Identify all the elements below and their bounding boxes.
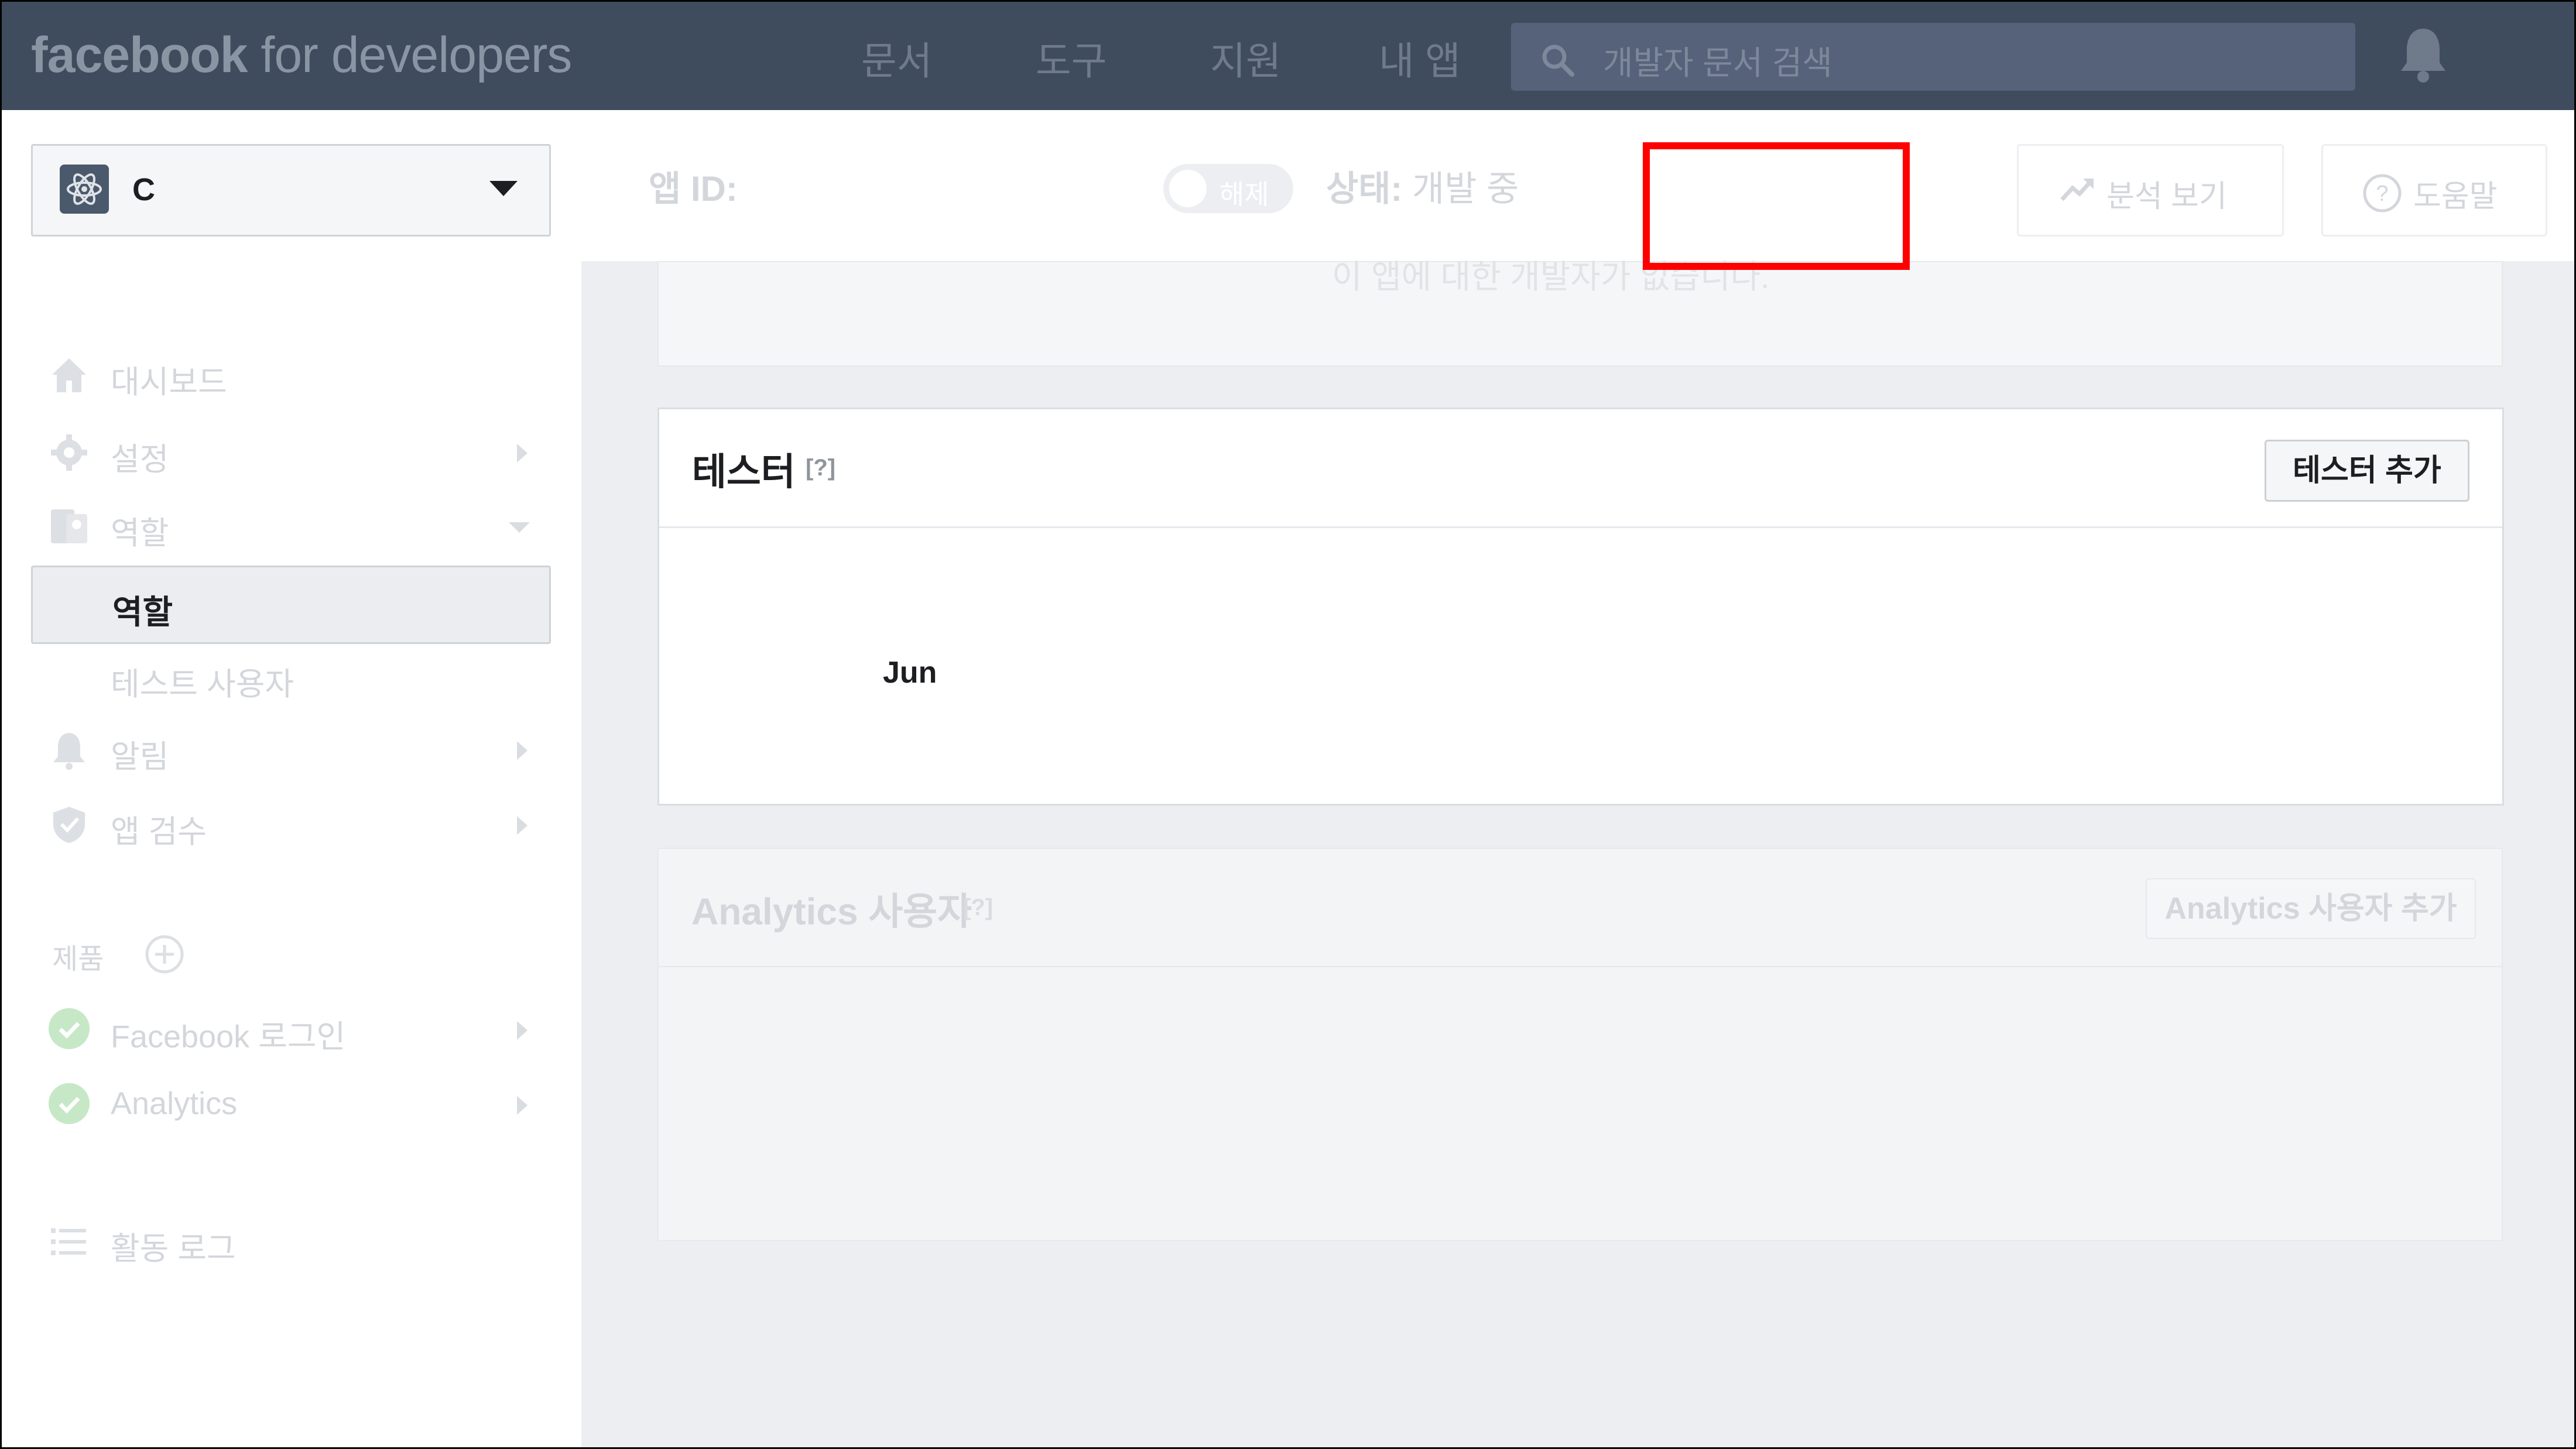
nav-docs[interactable]: 문서 [861, 30, 932, 86]
sidebar-item-label: Analytics [111, 1086, 238, 1121]
analytics-users-help-link[interactable]: [?] [963, 895, 993, 921]
highlight-box [1643, 142, 1910, 270]
screenshot-frame: facebook for developers 문서 도구 지원 내 앱 개발자… [0, 0, 2576, 1449]
developers-card-partial: 이 앱에 대한 개발자가 없습니다. [657, 258, 2503, 366]
chevron-down-icon [489, 181, 518, 196]
shield-icon [53, 807, 85, 843]
help-label: 도움말 [2413, 180, 2498, 214]
add-product-icon[interactable] [143, 933, 186, 975]
chevron-down-icon [509, 522, 530, 533]
testers-title: 테스터 [692, 451, 796, 493]
search-icon [1542, 44, 1574, 77]
search-input[interactable]: 개발자 문서 검색 [1511, 23, 2355, 91]
bell-icon [53, 733, 85, 770]
sidebar-subitem-label: 역할 [112, 594, 173, 631]
sidebar-products-header: 제품 [52, 929, 544, 981]
top-navigation-bar: facebook for developers 문서 도구 지원 내 앱 개발자… [2, 2, 2574, 110]
sidebar-item-facebook-login[interactable]: Facebook 로그인 [49, 1003, 540, 1056]
sidebar-item-label: 활동 로그 [111, 1231, 236, 1266]
nav-tools[interactable]: 도구 [1036, 30, 1107, 86]
app-id-label: 앱 ID: [649, 169, 738, 208]
sidebar-item-label: Facebook 로그인 [111, 1019, 346, 1054]
list-icon [51, 1228, 86, 1255]
sidebar-subitem-test-users[interactable]: 테스트 사용자 [111, 651, 520, 704]
logo-rest-text: for developers [247, 27, 572, 83]
status-value: 개발 중 [1402, 169, 1519, 208]
status-label: 상태: [1326, 169, 1403, 208]
chevron-right-icon [517, 444, 527, 463]
chevron-right-icon [517, 1021, 527, 1040]
app-icon [60, 165, 109, 214]
sidebar-item-label: 설정 [111, 442, 169, 477]
sidebar-item-label: 역할 [111, 516, 169, 551]
gear-icon [51, 434, 87, 471]
svg-text:?: ? [2376, 181, 2388, 206]
app-header-bar: C 앱 ID: 해제 상태: 개발 중 분석 보기 ? 도움말 [2, 110, 2574, 262]
main-content: 이 앱에 대한 개발자가 없습니다. 테스터 [?] 테스터 추가 Jun An… [581, 258, 2574, 1447]
sidebar-item-label: 대시보드 [111, 365, 227, 400]
chevron-right-icon [517, 816, 527, 835]
sidebar-item-label: 앱 검수 [111, 814, 207, 849]
app-selector-dropdown[interactable]: C [31, 144, 551, 237]
analytics-users-card-header: Analytics 사용자 [?] Analytics 사용자 추가 [659, 849, 2502, 967]
nav-support[interactable]: 지원 [1210, 30, 1281, 86]
app-status: 상태: 개발 중 [1326, 160, 1519, 211]
add-tester-button[interactable]: 테스터 추가 [2265, 440, 2469, 502]
chevron-right-icon [517, 741, 527, 760]
help-button[interactable]: ? 도움말 [2321, 144, 2547, 237]
live-mode-toggle[interactable]: 해제 [1163, 164, 1293, 213]
analytics-users-card: Analytics 사용자 [?] Analytics 사용자 추가 [657, 848, 2503, 1241]
sidebar-item-dashboard[interactable]: 대시보드 [49, 349, 540, 402]
left-sidebar: 대시보드 설정 역할 역할 테스트 사용자 알림 앱 검수 제품 Faceboo… [2, 261, 581, 1447]
sidebar-item-alerts[interactable]: 알림 [49, 724, 540, 776]
tester-user-name[interactable]: Jun [883, 655, 937, 690]
sidebar-subitem-roles[interactable]: 역할 [31, 566, 551, 644]
testers-card: 테스터 [?] 테스터 추가 Jun [657, 407, 2504, 806]
check-circle-icon [49, 1083, 90, 1124]
sidebar-item-analytics[interactable]: Analytics [49, 1078, 540, 1131]
fb-developers-logo[interactable]: facebook for developers [31, 26, 572, 84]
logo-bold-text: facebook [31, 27, 248, 83]
testers-help-link[interactable]: [?] [806, 455, 835, 481]
sidebar-item-app-review[interactable]: 앱 검수 [49, 799, 540, 851]
sidebar-section-label: 제품 [52, 944, 104, 975]
analytics-users-title: Analytics 사용자 [691, 890, 972, 933]
help-circle-icon: ? [2363, 174, 2402, 213]
atom-icon [67, 173, 102, 205]
sidebar-item-activity-log[interactable]: 활동 로그 [49, 1215, 540, 1268]
toggle-knob [1169, 170, 1207, 207]
sidebar-item-label: 알림 [111, 739, 169, 775]
home-icon [52, 358, 86, 392]
view-analytics-button[interactable]: 분석 보기 [2017, 144, 2284, 237]
notifications-bell-icon[interactable] [2396, 25, 2450, 84]
view-analytics-label: 분석 보기 [2106, 180, 2227, 214]
sidebar-item-roles[interactable]: 역할 [49, 500, 540, 553]
sidebar-subitem-label: 테스트 사용자 [111, 667, 294, 702]
trend-up-icon [2060, 179, 2094, 201]
search-placeholder: 개발자 문서 검색 [1603, 44, 1832, 81]
toggle-label: 해제 [1220, 179, 1269, 210]
nav-my-apps[interactable]: 내 앱 [1379, 30, 1461, 86]
chevron-right-icon [517, 1096, 527, 1115]
sidebar-item-settings[interactable]: 설정 [49, 426, 540, 479]
roles-icon [51, 509, 87, 543]
testers-card-header: 테스터 [?] 테스터 추가 [659, 409, 2502, 528]
check-circle-icon [49, 1008, 90, 1049]
add-analytics-user-button[interactable]: Analytics 사용자 추가 [2146, 878, 2476, 939]
app-name: C [132, 172, 155, 207]
